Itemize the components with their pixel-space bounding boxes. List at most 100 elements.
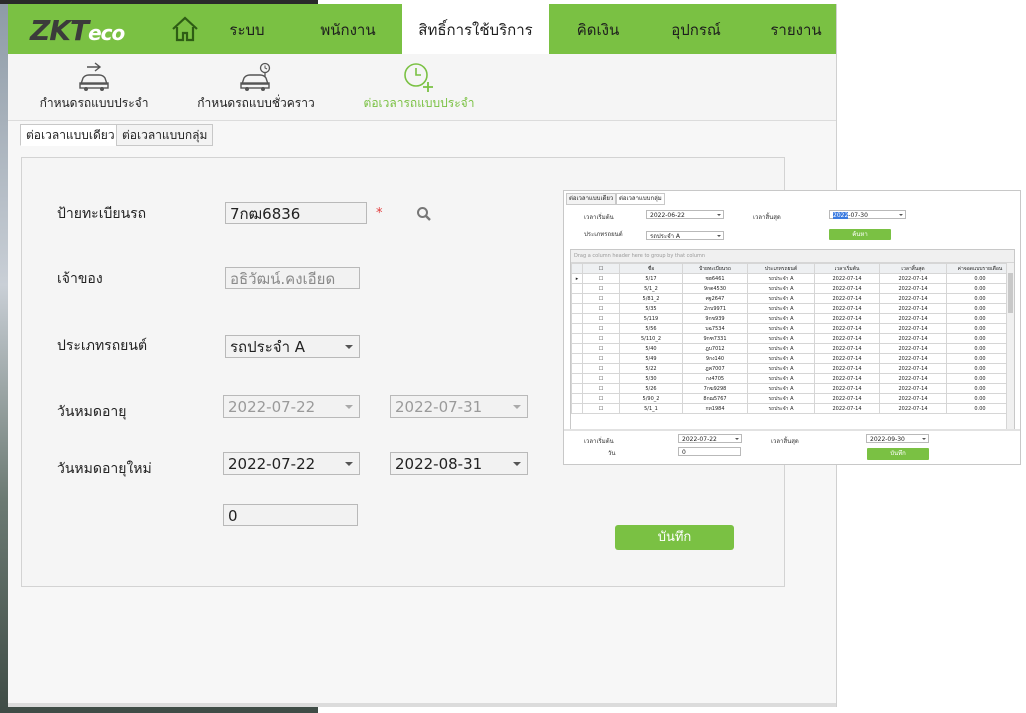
row-checkbox[interactable]: ☐ bbox=[582, 283, 620, 294]
col-header[interactable]: ชื่อ bbox=[619, 263, 683, 274]
table-row[interactable]: ☐ 5/40 ฎบ7012 รถประจำ A 2022-07-14 2022-07-14… bbox=[571, 343, 1014, 354]
window-bottom-border bbox=[8, 703, 836, 707]
scrollbar-thumb[interactable] bbox=[1008, 273, 1013, 313]
row-indicator bbox=[571, 403, 583, 414]
col-header[interactable]: เวลาสิ้นสุด bbox=[879, 263, 947, 274]
table-cell: 5/119 bbox=[619, 313, 683, 324]
table-row[interactable]: ☐ 5/30 กง4705 รถประจำ A 2022-07-14 2022-07-14… bbox=[571, 373, 1014, 384]
row-checkbox[interactable]: ☐ bbox=[582, 403, 620, 414]
col-header[interactable]: เวลาเริ่มต้น bbox=[814, 263, 880, 274]
preview-type-select[interactable]: รถประจำ A bbox=[646, 231, 724, 240]
row-checkbox[interactable]: ☐ bbox=[582, 383, 620, 394]
preview-start-select[interactable]: 2022-06-22 bbox=[646, 210, 724, 219]
sub-navigation: กำหนดรถแบบประจำ กำหนดรถแบบชั่วคราว ต่อเว… bbox=[8, 54, 836, 121]
row-checkbox[interactable]: ☐ bbox=[582, 303, 620, 314]
new-expiry-end-value: 2022-08-31 bbox=[395, 455, 483, 473]
preview-bottom-end-select[interactable]: 2022-09-30 bbox=[866, 434, 929, 443]
table-cell: 2022-07-14 bbox=[814, 313, 880, 324]
new-expiry-start-select[interactable]: 2022-07-22 bbox=[223, 452, 360, 475]
plate-input[interactable]: 7กฒ6836 bbox=[225, 202, 367, 224]
row-checkbox[interactable]: ☐ bbox=[582, 393, 620, 404]
home-icon[interactable] bbox=[170, 16, 200, 42]
brand-logo: ZKTeco bbox=[30, 14, 125, 47]
table-row[interactable]: ☐ 5/1_1 กท1984 รถประจำ A 2022-07-14 2022-07-1… bbox=[571, 403, 1014, 414]
table-cell: 2022-07-14 bbox=[814, 403, 880, 414]
table-cell: 5/1_1 bbox=[619, 403, 683, 414]
row-checkbox[interactable]: ☐ bbox=[582, 293, 620, 304]
table-cell: 9กต4530 bbox=[682, 283, 748, 294]
col-header[interactable]: ประเภทรถยนต์ bbox=[747, 263, 815, 274]
table-cell: 9กข939 bbox=[682, 313, 748, 324]
select-all-checkbox[interactable]: ☐ bbox=[582, 263, 620, 274]
vehicle-type-select[interactable]: รถประจำ A bbox=[225, 335, 360, 358]
subnav-extend-fixed-car[interactable]: ต่อเวลารถแบบประจำ bbox=[360, 54, 478, 120]
preview-search-button[interactable]: ค้นหา bbox=[829, 229, 891, 240]
table-row[interactable]: ☐ 5/49 9กง140 รถประจำ A 2022-07-14 2022-07-14… bbox=[571, 353, 1014, 364]
table-row[interactable]: ☐ 5/1_2 9กต4530 รถประจำ A 2022-07-14 2022-07-… bbox=[571, 283, 1014, 294]
table-cell: 2022-07-14 bbox=[879, 373, 947, 384]
table-row[interactable]: ☐ 5/26 7กฆ9298 รถประจำ A 2022-07-14 2022-07-1… bbox=[571, 383, 1014, 394]
chevron-down-icon bbox=[899, 214, 903, 216]
row-checkbox[interactable]: ☐ bbox=[582, 313, 620, 324]
preview-save-button[interactable]: บันทึก bbox=[867, 448, 929, 460]
table-cell: 2022-07-14 bbox=[879, 283, 947, 294]
tab-group-extend[interactable]: ต่อเวลาแบบกลุ่ม bbox=[116, 124, 214, 146]
table-row[interactable]: ☐ 5/90_2 8กฌ5767 รถประจำ A 2022-07-14 2022-07… bbox=[571, 393, 1014, 404]
preview-bottom-end-label: เวลาสิ้นสุด bbox=[771, 438, 799, 445]
preview-scrollbar[interactable] bbox=[1006, 263, 1014, 430]
row-checkbox[interactable]: ☐ bbox=[582, 333, 620, 344]
search-icon[interactable] bbox=[416, 206, 432, 226]
nav-item-service-rights[interactable]: สิทธิ์การใช้บริการ bbox=[402, 4, 549, 54]
row-checkbox[interactable]: ☐ bbox=[582, 343, 620, 354]
preview-tab-group[interactable]: ต่อเวลาแบบกลุ่ม bbox=[616, 193, 665, 205]
new-expiry-start-value: 2022-07-22 bbox=[228, 455, 316, 473]
col-header[interactable]: ป้ายทะเบียนรถ bbox=[682, 263, 748, 274]
table-cell: 2022-07-14 bbox=[879, 323, 947, 334]
nav-item-devices[interactable]: อุปกรณ์ bbox=[663, 4, 729, 54]
table-cell: 9กฑ7331 bbox=[682, 333, 748, 344]
row-checkbox[interactable]: ☐ bbox=[582, 273, 620, 284]
table-row[interactable]: ☐ 5/110_2 9กฑ7331 รถประจำ A 2022-07-14 2022-0… bbox=[571, 333, 1014, 344]
table-row[interactable]: ☐ 5/56 บฉ7534 รถประจำ A 2022-07-14 2022-07-14… bbox=[571, 323, 1014, 334]
chevron-down-icon bbox=[345, 345, 353, 349]
amount-input[interactable]: 0 bbox=[223, 504, 358, 526]
preview-days-input[interactable]: 0 bbox=[678, 447, 741, 456]
table-row[interactable]: ☐ 5/22 ฎพ7007 รถประจำ A 2022-07-14 2022-07-14… bbox=[571, 363, 1014, 374]
subnav-fixed-car[interactable]: กำหนดรถแบบประจำ bbox=[38, 54, 150, 120]
preview-end-label: เวลาสิ้นสุด bbox=[753, 214, 781, 221]
table-cell: 5/40 bbox=[619, 343, 683, 354]
preview-tab-single[interactable]: ต่อเวลาแบบเดียว bbox=[566, 193, 617, 205]
row-checkbox[interactable]: ☐ bbox=[582, 363, 620, 374]
row-checkbox[interactable]: ☐ bbox=[582, 373, 620, 384]
row-indicator bbox=[571, 363, 583, 374]
table-cell: 5/22 bbox=[619, 363, 683, 374]
table-row[interactable]: ☐ 5/35 2กบ9971 รถประจำ A 2022-07-14 2022-07-1… bbox=[571, 303, 1014, 314]
clock-plus-icon bbox=[360, 62, 478, 92]
save-button[interactable]: บันทึก bbox=[615, 525, 734, 550]
chevron-down-icon bbox=[735, 438, 739, 440]
nav-item-employees[interactable]: พนักงาน bbox=[308, 4, 388, 54]
subnav-temporary-car[interactable]: กำหนดรถแบบชั่วคราว bbox=[186, 54, 326, 120]
table-row[interactable]: ☐ 5/119 9กข939 รถประจำ A 2022-07-14 2022-07-1… bbox=[571, 313, 1014, 324]
table-cell: 0.00 bbox=[946, 353, 1014, 364]
row-checkbox[interactable]: ☐ bbox=[582, 353, 620, 364]
tab-single-extend[interactable]: ต่อเวลาแบบเดียว bbox=[20, 124, 121, 146]
table-cell: 2022-07-14 bbox=[879, 383, 947, 394]
preview-bottom-start-select[interactable]: 2022-07-22 bbox=[678, 434, 742, 443]
preview-days-label: วัน bbox=[608, 450, 616, 457]
row-checkbox[interactable]: ☐ bbox=[582, 323, 620, 334]
table-cell: 2022-07-14 bbox=[879, 393, 947, 404]
preview-end-highlight: 2022 bbox=[833, 212, 849, 219]
table-cell: 2022-07-14 bbox=[814, 283, 880, 294]
owner-label: เจ้าของ bbox=[57, 271, 103, 287]
table-cell: 5/30 bbox=[619, 373, 683, 384]
preview-end-select[interactable]: 2022-07-30 bbox=[829, 210, 906, 219]
owner-input: อธิวัฒน์.คงเอียด bbox=[225, 267, 360, 289]
table-row[interactable]: ▸ ☐ 5/17 ชฮ6461 รถประจำ A 2022-07-14 2022-07-1… bbox=[571, 273, 1014, 284]
new-expiry-end-select[interactable]: 2022-08-31 bbox=[390, 452, 528, 475]
table-row[interactable]: ☐ 5/81_2 ศฐ2647 รถประจำ A 2022-07-14 2022-07-… bbox=[571, 293, 1014, 304]
nav-item-reports[interactable]: รายงาน bbox=[763, 4, 829, 54]
nav-item-billing[interactable]: คิดเงิน bbox=[568, 4, 628, 54]
col-header[interactable]: ค่าจอดแบบรายเดือน bbox=[946, 263, 1014, 274]
nav-item-system[interactable]: ระบบ bbox=[218, 4, 276, 54]
